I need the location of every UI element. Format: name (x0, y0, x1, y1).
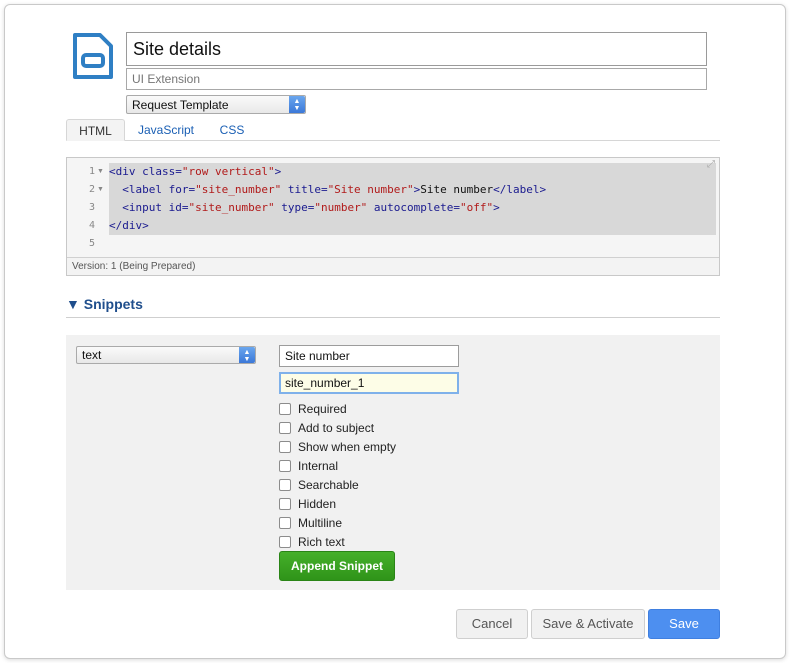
code-line: <input id="site_number" type="number" au… (109, 199, 716, 217)
fold-toggle-icon[interactable]: ▼ (97, 163, 104, 181)
snippets-heading[interactable]: ▼ Snippets (66, 296, 720, 318)
select-arrows-icon: ▲ ▼ (239, 347, 255, 363)
checkbox[interactable] (279, 479, 291, 491)
cancel-button[interactable]: Cancel (456, 609, 528, 639)
checkbox[interactable] (279, 517, 291, 529)
snippet-label-input[interactable] (279, 345, 459, 367)
snippet-type-select[interactable]: text ▲ ▼ (76, 346, 256, 364)
line-number: 2 (88, 184, 95, 195)
code-line: <label for="site_number" title="Site num… (109, 181, 716, 199)
line-number-gutter: 1 ▼ 2 ▼ 3 4 5 (67, 158, 109, 258)
editor-tabs: HTML JavaScript CSS (66, 119, 720, 141)
snippet-type-value: text (82, 348, 102, 362)
checkbox[interactable] (279, 403, 291, 415)
checkbox[interactable] (279, 460, 291, 472)
checkbox[interactable] (279, 536, 291, 548)
title-input[interactable] (126, 32, 707, 66)
save-activate-button[interactable]: Save & Activate (531, 609, 645, 639)
tab-html[interactable]: HTML (66, 119, 125, 141)
snippet-id-input[interactable] (279, 372, 459, 394)
snippets-panel: text ▲▼ Required Add to subject Show whe… (66, 335, 720, 590)
template-type-value: Request Template (132, 98, 229, 112)
code-editor[interactable]: 1 ▼ 2 ▼ 3 4 5 <div class="row vertical">… (66, 157, 720, 276)
file-icon (73, 33, 113, 79)
checkbox[interactable] (279, 498, 291, 510)
line-number: 4 (88, 220, 95, 231)
select-arrows-icon: ▲ ▼ (289, 96, 305, 113)
tab-javascript[interactable]: JavaScript (130, 119, 202, 141)
append-snippet-button[interactable]: Append Snippet (279, 551, 395, 581)
code-line: </div> (109, 217, 716, 235)
code-line: <div class="row vertical"> (109, 163, 716, 181)
save-button[interactable]: Save (648, 609, 720, 639)
expand-icon[interactable]: ⤢ (707, 160, 717, 170)
checkbox[interactable] (279, 441, 291, 453)
subtitle-input[interactable] (126, 68, 707, 90)
line-number: 1 (88, 166, 95, 177)
tab-css[interactable]: CSS (212, 119, 252, 141)
template-type-select[interactable]: Request Template ▲ ▼ (126, 95, 306, 114)
line-number: 3 (88, 202, 95, 213)
editor-status-bar: Version: 1 (Being Prepared) (67, 257, 719, 275)
code-area[interactable]: <div class="row vertical"> <label for="s… (109, 163, 716, 253)
line-number: 5 (88, 238, 95, 249)
checkbox[interactable] (279, 422, 291, 434)
fold-toggle-icon[interactable]: ▼ (97, 181, 104, 199)
